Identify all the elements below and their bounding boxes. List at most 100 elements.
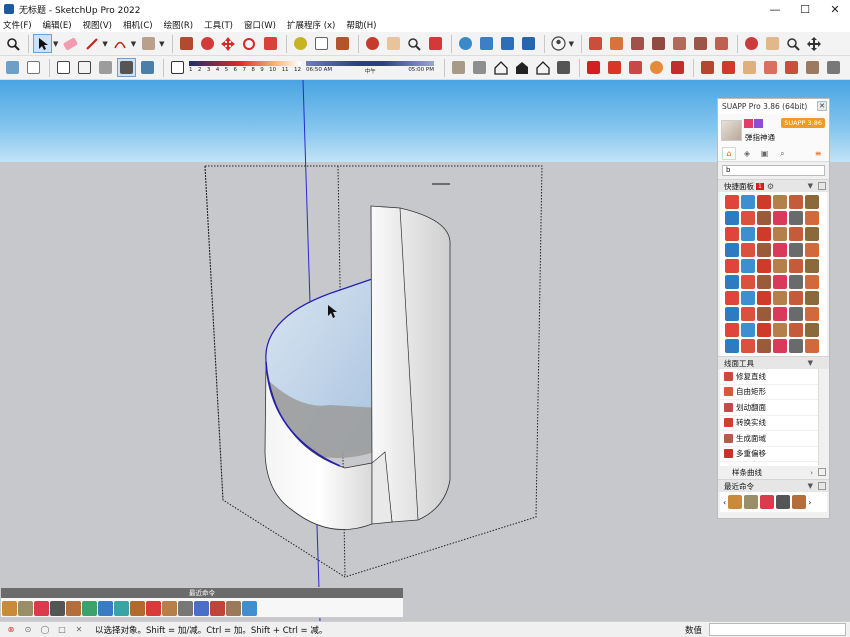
tab-search-icon[interactable]: ⌕ — [776, 147, 790, 160]
quick-tool-icon[interactable] — [725, 243, 739, 257]
suapp-version-badge[interactable]: SUAPP 3.86 — [781, 118, 825, 128]
paint-bucket-icon[interactable] — [333, 34, 352, 53]
quick-tool-icon[interactable] — [789, 227, 803, 241]
quick-tool-icon[interactable] — [741, 275, 755, 289]
recent-tool-icon[interactable] — [82, 600, 97, 616]
recent-tool-icon[interactable] — [744, 495, 759, 509]
chevron-right-icon[interactable]: › — [810, 469, 813, 477]
expand-panel-icon[interactable] — [818, 482, 826, 490]
recent-tool-icon[interactable] — [226, 600, 241, 616]
chevron-down-icon[interactable]: ▼ — [53, 40, 58, 48]
geo-location-icon[interactable]: ⊗ — [5, 624, 17, 636]
quick-tool-icon[interactable] — [725, 195, 739, 209]
quick-tool-icon[interactable] — [757, 195, 771, 209]
suapp-tool-1-icon[interactable] — [626, 58, 645, 77]
recent-tool-icon[interactable] — [146, 600, 161, 616]
quick-panel-header[interactable]: 快捷面板 1 ⚙ ▼ — [718, 179, 829, 192]
shadow-time-slider[interactable]: 06:50 AM 中午 05:00 PM — [306, 58, 434, 77]
menu-draw[interactable]: 绘图(R) — [164, 19, 194, 31]
suapp-tool-2-icon[interactable] — [647, 58, 666, 77]
solid-split-icon[interactable] — [691, 34, 710, 53]
close-button[interactable]: ✕ — [820, 0, 850, 18]
list-item[interactable]: 自由矩形 — [720, 385, 827, 400]
quick-tool-icon[interactable] — [773, 291, 787, 305]
quick-tool-icon[interactable] — [725, 339, 739, 353]
menu-file[interactable]: 文件(F) — [3, 19, 32, 31]
quick-tool-icon[interactable] — [741, 339, 755, 353]
extension-warehouse-icon[interactable] — [477, 34, 496, 53]
rotate-icon[interactable] — [240, 34, 259, 53]
suapp-tool-10-icon[interactable] — [824, 58, 843, 77]
solid-subtract-icon[interactable] — [649, 34, 668, 53]
quick-tool-icon[interactable] — [757, 243, 771, 257]
shadows-toggle-icon[interactable] — [168, 58, 187, 77]
chevron-down-icon[interactable]: ▼ — [102, 40, 107, 48]
section-fill-icon[interactable] — [607, 34, 626, 53]
list-item[interactable]: 划动翻面 — [720, 400, 827, 416]
quick-tool-icon[interactable] — [725, 307, 739, 321]
quick-tool-icon[interactable] — [757, 323, 771, 337]
back-edges-icon[interactable] — [24, 58, 43, 77]
recent-tool-icon[interactable] — [2, 600, 17, 616]
quick-tool-icon[interactable] — [789, 211, 803, 225]
suapp-search-input[interactable]: b — [722, 165, 825, 176]
recent-tool-icon[interactable] — [194, 600, 209, 616]
tape-measure-icon[interactable] — [291, 34, 310, 53]
quick-tool-icon[interactable] — [805, 307, 819, 321]
scale-icon[interactable] — [261, 34, 280, 53]
quick-tool-icon[interactable] — [725, 211, 739, 225]
suapp-tool-4-icon[interactable] — [698, 58, 717, 77]
suapp-close-button[interactable]: ✕ — [817, 101, 827, 111]
recent-tool-icon[interactable] — [728, 495, 743, 509]
quick-tool-icon[interactable] — [773, 339, 787, 353]
xray-icon[interactable] — [3, 58, 22, 77]
recent-tool-icon[interactable] — [34, 600, 49, 616]
quick-tool-icon[interactable] — [741, 227, 755, 241]
quick-tool-icon[interactable] — [773, 275, 787, 289]
menu-edit[interactable]: 编辑(E) — [43, 19, 72, 31]
quick-tool-icon[interactable] — [789, 275, 803, 289]
zoom-extents-red-icon[interactable] — [426, 34, 445, 53]
monochrome-icon[interactable] — [138, 58, 157, 77]
shaded-icon[interactable] — [96, 58, 115, 77]
move-icon[interactable] — [219, 34, 238, 53]
shaded-textures-icon[interactable] — [117, 58, 136, 77]
text-icon[interactable] — [312, 34, 331, 53]
recent-tool-icon[interactable] — [792, 495, 807, 509]
solid-shell-icon[interactable] — [712, 34, 731, 53]
quick-tool-icon[interactable] — [725, 275, 739, 289]
quick-tool-icon[interactable] — [789, 291, 803, 305]
quick-tool-icon[interactable] — [773, 323, 787, 337]
warehouse-icon[interactable] — [456, 34, 475, 53]
chevron-down-icon[interactable]: ▼ — [131, 40, 136, 48]
list-item[interactable]: 修复直线 — [720, 369, 827, 385]
menu-view[interactable]: 视图(V) — [83, 19, 112, 31]
move-arrows-icon[interactable] — [805, 34, 824, 53]
sandbox-icon[interactable] — [742, 34, 761, 53]
quick-tool-icon[interactable] — [757, 307, 771, 321]
quick-tool-icon[interactable] — [741, 211, 755, 225]
gear-icon[interactable]: ⚙ — [767, 182, 774, 191]
quick-tool-icon[interactable] — [805, 211, 819, 225]
quick-tool-icon[interactable] — [805, 323, 819, 337]
suapp-tool-3-icon[interactable] — [668, 58, 687, 77]
recent-tool-icon[interactable] — [162, 600, 177, 616]
modeling-viewport[interactable]: SUAPP Pro 3.86 (64bit) ✕ 弹指神通 SUAPP 3.86… — [0, 80, 850, 621]
quick-tool-icon[interactable] — [789, 307, 803, 321]
quick-tool-icon[interactable] — [741, 291, 755, 305]
front-view-icon[interactable] — [491, 58, 510, 77]
chevron-down-icon[interactable]: ▼ — [159, 40, 164, 48]
close-icon[interactable]: ✕ — [73, 624, 85, 636]
curved-wall-solid[interactable] — [370, 205, 451, 525]
quick-tool-icon[interactable] — [805, 243, 819, 257]
quick-tool-icon[interactable] — [757, 275, 771, 289]
chevron-right-icon[interactable]: › — [808, 498, 811, 507]
smoove-icon[interactable] — [763, 34, 782, 53]
zoom-window-icon[interactable] — [784, 34, 803, 53]
quick-tool-icon[interactable] — [789, 259, 803, 273]
back-view-icon[interactable] — [533, 58, 552, 77]
eraser-icon[interactable] — [61, 34, 80, 53]
measurements-input[interactable] — [709, 623, 846, 636]
quick-tool-icon[interactable] — [741, 195, 755, 209]
recent-tool-icon[interactable] — [66, 600, 81, 616]
